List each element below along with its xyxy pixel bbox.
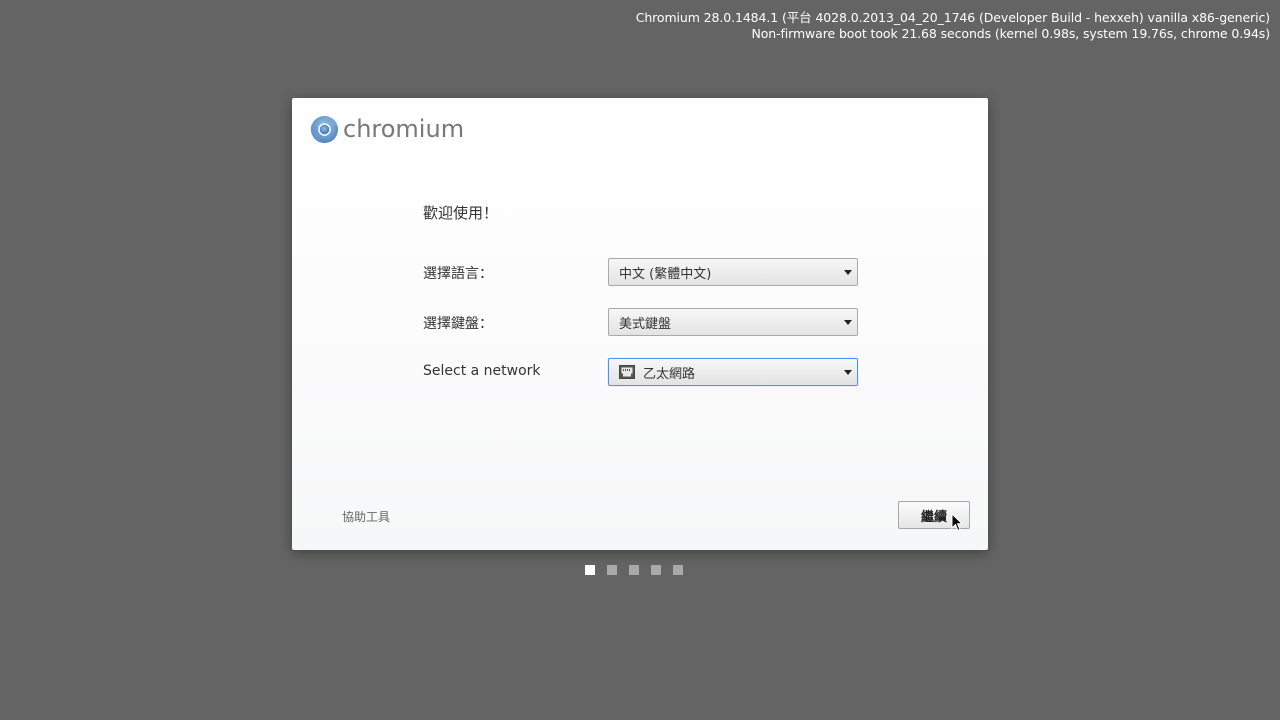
chevron-down-icon [844, 320, 852, 325]
network-select[interactable]: 乙太網路 [608, 358, 858, 386]
network-select-value: 乙太網路 [643, 366, 696, 382]
keyboard-select-value: 美式鍵盤 [619, 316, 672, 332]
chevron-down-icon [844, 270, 852, 275]
keyboard-select[interactable]: 美式鍵盤 [608, 308, 858, 336]
network-row: Select a network 乙太網路 [423, 358, 858, 386]
step-dot-3 [629, 565, 639, 575]
chevron-down-icon [844, 370, 852, 375]
chromium-logo: chromium [310, 114, 464, 144]
logo-text: chromium [343, 115, 465, 143]
language-select-value: 中文 (繁體中文) [619, 266, 712, 282]
continue-button[interactable]: 繼續 [898, 501, 970, 529]
accessibility-link[interactable]: 協助工具 [342, 508, 390, 525]
system-info: Chromium 28.0.1484.1 (平台 4028.0.2013_04_… [636, 10, 1270, 42]
step-indicator [585, 565, 683, 575]
welcome-title: 歡迎使用！ [423, 204, 499, 222]
version-line: Chromium 28.0.1484.1 (平台 4028.0.2013_04_… [635, 10, 1270, 25]
step-dot-4 [651, 565, 661, 575]
network-label: Select a network [423, 363, 541, 379]
step-dot-2 [607, 565, 617, 575]
boot-time-line: Non-firmware boot took 21.68 seconds (ke… [751, 26, 1270, 41]
chromium-logo-icon [310, 115, 339, 143]
step-dot-1 [585, 565, 595, 575]
ethernet-icon [619, 365, 635, 379]
step-dot-5 [673, 565, 683, 575]
keyboard-row: 選擇鍵盤： 美式鍵盤 [423, 308, 858, 336]
language-row: 選擇語言： 中文 (繁體中文) [423, 258, 858, 286]
welcome-dialog: chromium 歡迎使用！ 選擇語言： 中文 (繁體中文) 選擇鍵盤： 美式鍵… [292, 98, 988, 550]
keyboard-label: 選擇鍵盤： [423, 316, 493, 332]
language-label: 選擇語言： [423, 266, 493, 282]
language-select[interactable]: 中文 (繁體中文) [608, 258, 858, 286]
